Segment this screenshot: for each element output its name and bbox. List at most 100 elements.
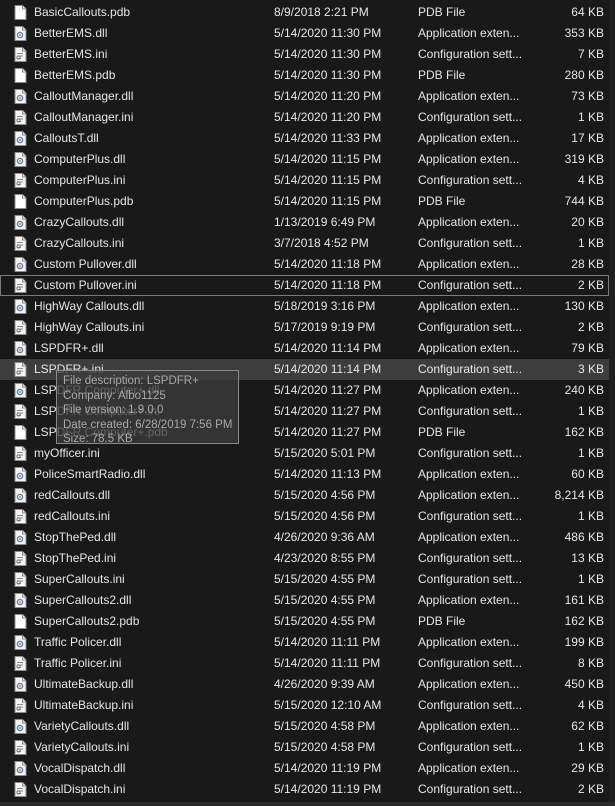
ini-file-icon [14,320,27,335]
file-row[interactable]: BetterEMS.dll 5/14/2020 11:30 PM Applicati… [0,23,615,44]
file-icon-cell [14,443,30,464]
file-icon-cell [14,44,30,65]
file-row[interactable]: CalloutManager.dll 5/14/2020 11:20 PM Appl… [0,86,615,107]
dll-file-icon [14,635,27,650]
file-date-modified: 3/7/2018 4:52 PM [274,236,369,250]
file-row[interactable]: Traffic Policer.ini 5/14/2020 11:11 PM Con… [0,653,615,674]
file-icon-cell [14,716,30,737]
file-row[interactable]: UltimateBackup.dll 4/26/2020 9:39 AM Appli… [0,674,615,695]
file-date-modified: 5/15/2020 4:55 PM [274,593,376,607]
file-row[interactable]: PoliceSmartRadio.dll 5/14/2020 11:13 PM Ap… [0,464,615,485]
file-row[interactable]: redCallouts.ini 5/15/2020 4:56 PM Configur… [0,506,615,527]
dll-file-icon [14,152,27,167]
file-size: 20 KB [571,215,604,229]
file-size: 28 KB [571,257,604,271]
file-size: 2 KB [577,278,604,292]
file-size: 240 KB [564,383,604,397]
file-row[interactable]: ComputerPlus.ini 5/14/2020 11:15 PM Config… [0,170,615,191]
file-icon-cell [14,632,30,653]
vertical-scrollbar[interactable] [609,0,615,806]
file-icon-cell [14,653,30,674]
dll-file-icon [14,761,27,776]
file-icon-cell [14,2,30,23]
file-name: Traffic Policer.ini [34,656,122,670]
file-row[interactable]: redCallouts.dll 5/15/2020 4:56 PM Applicat… [0,485,615,506]
file-name: StopThePed.ini [34,551,117,565]
file-row[interactable]: Custom Pullover.dll 5/14/2020 11:18 PM App… [0,254,615,275]
file-row[interactable]: UltimateBackup.ini 5/15/2020 12:10 AM Conf… [0,695,615,716]
file-date-modified: 5/14/2020 11:14 PM [274,362,382,376]
file-icon-cell [14,275,30,296]
file-icon-cell [14,170,30,191]
file-row[interactable]: HighWay Callouts.dll 5/18/2019 3:16 PM App… [0,296,615,317]
file-icon-cell [14,485,30,506]
file-row[interactable]: CrazyCallouts.dll 1/13/2019 6:49 PM Applic… [0,212,615,233]
file-date-modified: 5/14/2020 11:14 PM [274,341,382,355]
file-size: 73 KB [571,89,604,103]
file-row[interactable]: StopThePed.ini 4/23/2020 8:55 PM Configura… [0,548,615,569]
file-row[interactable]: CalloutManager.ini 5/14/2020 11:20 PM Conf… [0,107,615,128]
file-icon-cell [14,86,30,107]
file-icon-cell [14,422,30,443]
file-row[interactable]: SuperCallouts2.dll 5/15/2020 4:55 PM Appli… [0,590,615,611]
file-date-modified: 5/17/2019 9:19 PM [274,320,376,334]
file-icon-cell [14,695,30,716]
file-name: CalloutManager.ini [34,110,134,124]
file-row[interactable]: Traffic Policer.dll 5/14/2020 11:11 PM App… [0,632,615,653]
file-name: Custom Pullover.dll [34,257,137,271]
file-row[interactable]: VarietyCallouts.dll 5/15/2020 4:58 PM Appl… [0,716,615,737]
file-name: redCallouts.dll [34,488,111,502]
file-row[interactable]: CrazyCallouts.ini 3/7/2018 4:52 PM Configu… [0,233,615,254]
file-row[interactable]: LSPDFR+.dll 5/14/2020 11:14 PM Application… [0,338,615,359]
file-icon-cell [14,464,30,485]
file-size: 353 KB [564,26,604,40]
dll-file-icon [14,131,27,146]
file-date-modified: 5/14/2020 11:33 PM [274,131,382,145]
file-date-modified: 4/26/2020 9:39 AM [274,677,375,691]
file-name: LSPDFR+.dll [34,341,104,355]
file-icon-cell [14,254,30,275]
file-icon-cell [14,401,30,422]
file-date-modified: 5/15/2020 4:56 PM [274,509,376,523]
file-row[interactable]: CalloutsT.dll 5/14/2020 11:33 PM Applicati… [0,128,615,149]
horizontal-scrollbar[interactable] [0,802,615,806]
file-row[interactable]: ComputerPlus.dll 5/14/2020 11:15 PM Applic… [0,149,615,170]
file-row[interactable]: VocalDispatch.ini 5/14/2020 11:19 PM Confi… [0,779,615,800]
file-row[interactable]: SuperCallouts.ini 5/15/2020 4:55 PM Config… [0,569,615,590]
file-row[interactable]: Custom Pullover.ini 5/14/2020 11:18 PM Con… [0,275,609,296]
dll-file-icon [14,677,27,692]
file-icon-cell [14,128,30,149]
dll-file-icon [14,383,27,398]
file-date-modified: 5/15/2020 5:01 PM [274,446,376,460]
ini-file-icon [14,278,27,293]
file-row[interactable]: ComputerPlus.pdb 5/14/2020 11:15 PM PDB Fi… [0,191,615,212]
file-row[interactable]: SuperCallouts2.pdb 5/15/2020 4:55 PM PDB F… [0,611,615,632]
pdb-file-icon [14,68,27,83]
file-row[interactable]: BetterEMS.ini 5/14/2020 11:30 PM Configura… [0,44,615,65]
file-date-modified: 5/14/2020 11:30 PM [274,26,382,40]
file-icon-cell [14,107,30,128]
file-icon-cell [14,548,30,569]
file-icon-cell [14,149,30,170]
file-row[interactable]: BetterEMS.pdb 5/14/2020 11:30 PM PDB File 2… [0,65,615,86]
file-info-tooltip: File description: LSPDFR+ Company: Albo1… [56,370,239,445]
file-size: 450 KB [564,677,604,691]
file-name: SuperCallouts2.dll [34,593,132,607]
file-size: 130 KB [564,299,604,313]
ini-file-icon [14,47,27,62]
file-size: 4 KB [577,173,604,187]
dll-file-icon [14,89,27,104]
file-size: 162 KB [564,425,604,439]
file-name: SuperCallouts2.pdb [34,614,140,628]
tooltip-date-created: Date created: 6/28/2019 7:56 PM [63,418,233,431]
file-row[interactable]: HighWay Callouts.ini 5/17/2019 9:19 PM Con… [0,317,615,338]
file-row[interactable]: StopThePed.dll 4/26/2020 9:36 AM Applicati… [0,527,615,548]
dll-file-icon [14,26,27,41]
file-row[interactable]: VocalDispatch.dll 5/14/2020 11:19 PM Appli… [0,758,615,779]
file-date-modified: 5/15/2020 4:58 PM [274,719,376,733]
ini-file-icon [14,572,27,587]
file-row[interactable]: VarietyCallouts.ini 5/15/2020 4:58 PM Conf… [0,737,615,758]
file-name: PoliceSmartRadio.dll [34,467,146,481]
file-date-modified: 5/14/2020 11:27 PM [274,404,382,418]
file-row[interactable]: BasicCallouts.pdb 8/9/2018 2:21 PM PDB Fil… [0,2,615,23]
